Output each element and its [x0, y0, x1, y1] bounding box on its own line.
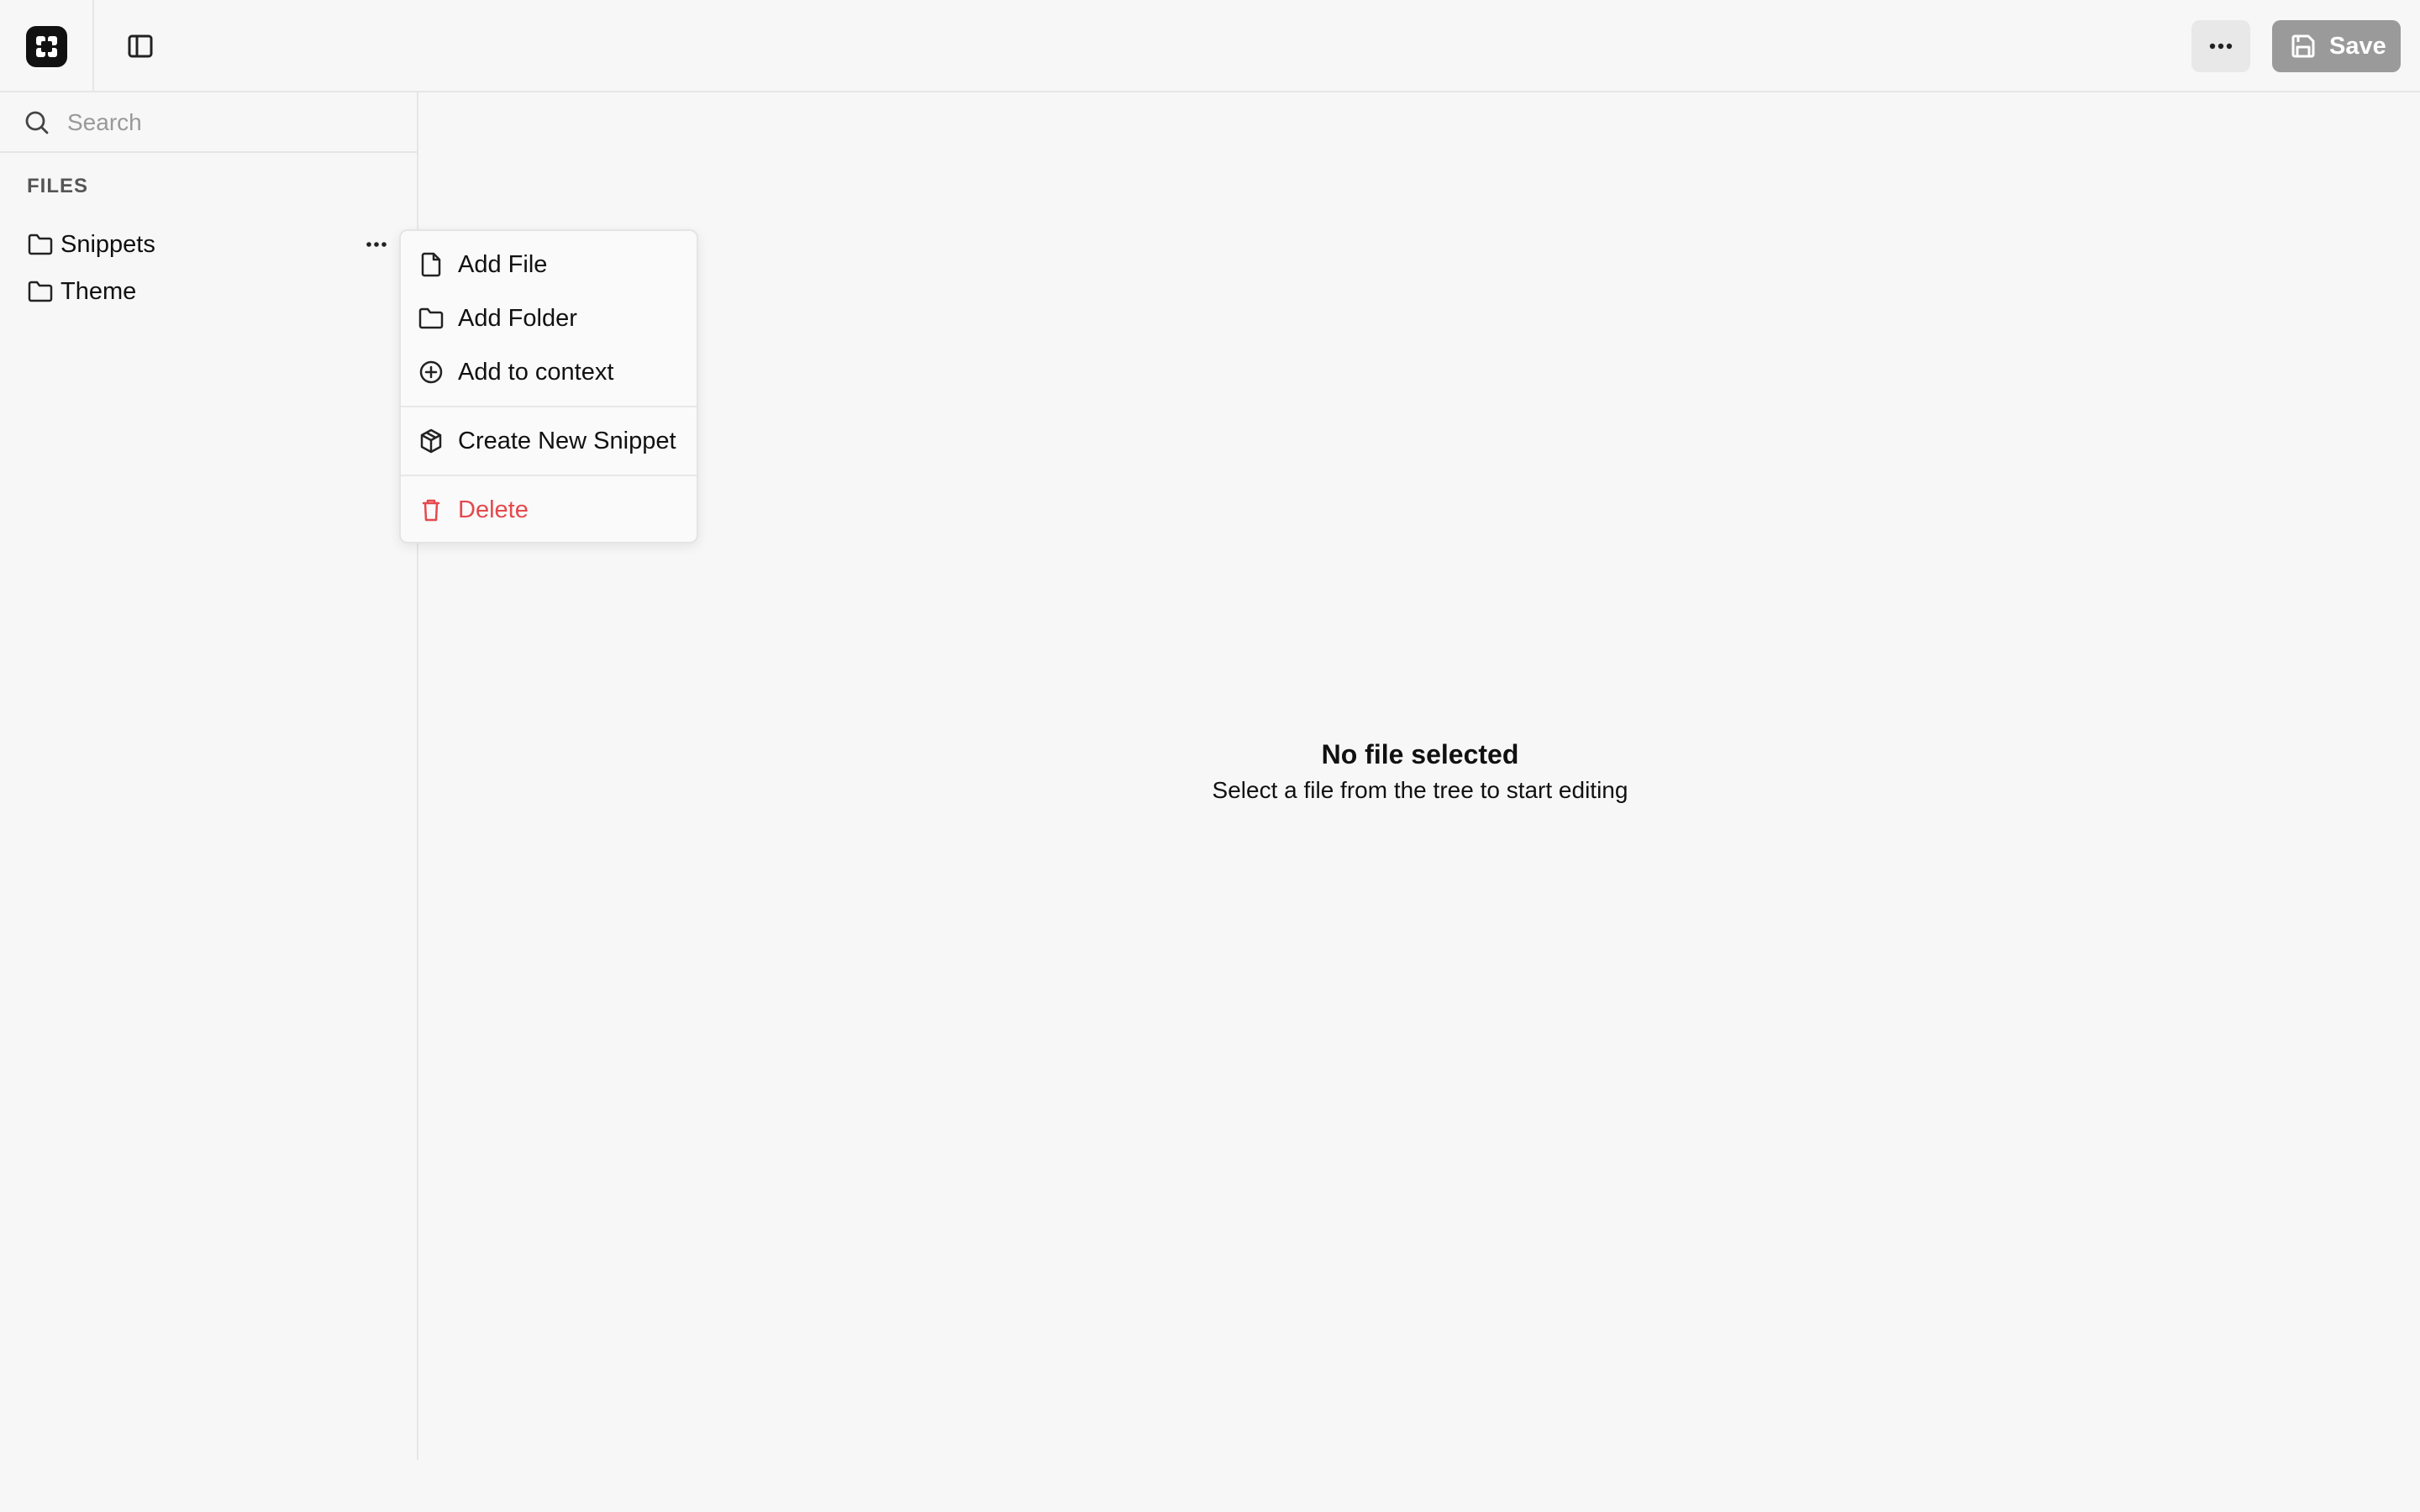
empty-state-subtitle: Select a file from the tree to start edi…	[1212, 777, 1628, 803]
save-button[interactable]: Save	[2272, 20, 2401, 72]
app-logo[interactable]	[26, 26, 67, 67]
sidebar-toggle-icon[interactable]	[126, 32, 155, 60]
menu-item-create-snippet[interactable]: Create New Snippet	[418, 420, 683, 462]
search-bar	[0, 92, 417, 153]
search-icon	[24, 109, 50, 136]
menu-divider	[401, 475, 697, 476]
folder-icon	[27, 278, 54, 305]
menu-item-label: Delete	[458, 496, 529, 523]
context-menu: Add File Add Folder Add to context Creat…	[399, 229, 698, 543]
menu-divider	[401, 406, 697, 407]
menu-item-label: Add File	[458, 250, 548, 278]
top-bar: Save	[0, 0, 2420, 92]
menu-item-add-folder[interactable]: Add Folder	[418, 297, 683, 339]
tree-item-label: Snippets	[60, 230, 155, 258]
more-options-button[interactable]	[2191, 20, 2250, 72]
empty-state: No file selected Select a file from the …	[420, 739, 2420, 804]
files-section-label: FILES	[27, 175, 89, 197]
package-icon	[418, 428, 445, 454]
folder-icon	[418, 305, 445, 332]
menu-item-add-to-context[interactable]: Add to context	[418, 351, 683, 393]
folder-icon	[27, 231, 54, 258]
logo-cell	[0, 0, 94, 92]
ellipsis-icon[interactable]	[363, 231, 390, 258]
menu-item-label: Add to context	[458, 358, 614, 386]
empty-state-title: No file selected	[1321, 739, 1519, 769]
ellipsis-icon	[2209, 43, 2233, 50]
app-root: Save FILES Snippets	[0, 0, 2420, 1512]
menu-item-label: Add Folder	[458, 304, 577, 332]
menu-item-delete[interactable]: Delete	[418, 489, 683, 531]
menu-item-add-file[interactable]: Add File	[418, 244, 683, 286]
menu-item-label: Create New Snippet	[458, 427, 676, 454]
tree-item-label: Theme	[60, 277, 137, 305]
trash-icon	[418, 496, 445, 523]
plus-circle-icon	[418, 359, 445, 386]
sidebar: FILES Snippets Theme	[0, 92, 418, 1460]
search-input[interactable]	[66, 102, 397, 143]
save-icon	[2289, 32, 2317, 60]
tree-item-theme[interactable]: Theme	[27, 271, 388, 312]
tree-item-snippets[interactable]: Snippets	[27, 224, 388, 265]
file-icon	[418, 251, 445, 278]
save-button-label: Save	[2329, 32, 2386, 60]
